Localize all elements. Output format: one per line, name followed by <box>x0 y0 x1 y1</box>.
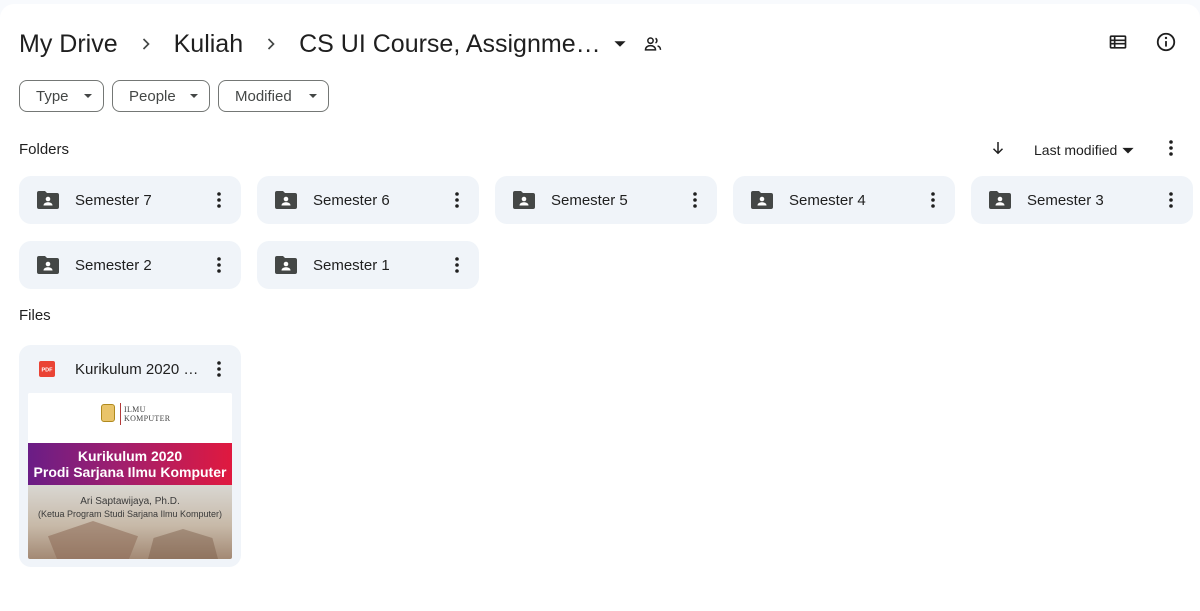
faculty-logo-text: Ilmu Komputer <box>124 405 170 423</box>
thumbnail-author: Ari Saptawijaya, Ph.D. <box>80 496 180 507</box>
folder-card[interactable]: Semester 2 <box>19 241 241 289</box>
shared-folder-icon <box>36 188 60 212</box>
file-card[interactable]: PDF Kurikulum 2020 … Ilmu Komputer Kurik… <box>19 345 241 567</box>
filter-modified-chip[interactable]: Modified <box>218 80 329 112</box>
details-button[interactable] <box>1152 30 1180 58</box>
chevron-right-icon <box>243 34 299 54</box>
filter-type-label: Type <box>36 87 69 105</box>
sort-field-label: Last modified <box>1034 142 1118 158</box>
shared-folder-icon <box>274 188 298 212</box>
more-options-button[interactable] <box>1160 138 1182 162</box>
current-folder-title: CS UI Course, Assignme… <box>299 29 601 58</box>
folders-heading: Folders <box>19 141 70 158</box>
folder-card[interactable]: Semester 1 <box>257 241 479 289</box>
caret-down-icon <box>605 37 635 51</box>
more-vert-icon[interactable] <box>683 188 707 212</box>
more-vert-icon[interactable] <box>445 188 469 212</box>
banner-subtitle: Prodi Sarjana Ilmu Komputer <box>33 464 227 480</box>
folder-name: Semester 1 <box>313 256 390 274</box>
more-vert-icon[interactable] <box>207 253 231 277</box>
filter-people-label: People <box>129 87 176 105</box>
shared-people-icon[interactable] <box>643 34 663 54</box>
shared-folder-icon <box>512 188 536 212</box>
folder-card[interactable]: Semester 6 <box>257 176 479 224</box>
folder-card[interactable]: Semester 5 <box>495 176 717 224</box>
caret-down-icon <box>179 91 209 101</box>
shared-folder-icon <box>750 188 774 212</box>
more-vert-icon[interactable] <box>207 188 231 212</box>
folder-card[interactable]: Semester 4 <box>733 176 955 224</box>
thumbnail-logo-area: Ilmu Komputer <box>28 393 232 443</box>
filter-type-chip[interactable]: Type <box>19 80 104 112</box>
thumbnail-banner: Kurikulum 2020 Prodi Sarjana Ilmu Komput… <box>28 443 232 485</box>
info-icon <box>1155 31 1177 58</box>
chevron-right-icon <box>118 34 174 54</box>
list-view-toggle-button[interactable] <box>1104 30 1132 58</box>
logo-divider <box>120 403 121 425</box>
shared-folder-icon <box>274 253 298 277</box>
folder-card[interactable]: Semester 7 <box>19 176 241 224</box>
files-heading: Files <box>19 307 51 324</box>
folder-name: Semester 6 <box>313 191 390 209</box>
folder-name: Semester 5 <box>551 191 628 209</box>
filter-modified-label: Modified <box>235 87 292 105</box>
list-view-icon <box>1108 32 1128 57</box>
file-thumbnail[interactable]: Ilmu Komputer Kurikulum 2020 Prodi Sarja… <box>28 393 232 559</box>
folder-card[interactable]: Semester 3 <box>971 176 1193 224</box>
folder-name: Semester 7 <box>75 191 152 209</box>
file-name: Kurikulum 2020 … <box>75 360 199 378</box>
svg-text:PDF: PDF <box>42 368 54 374</box>
logo-text-bottom: Komputer <box>124 414 171 423</box>
filter-people-chip[interactable]: People <box>112 80 210 112</box>
folder-name: Semester 4 <box>789 191 866 209</box>
file-card-header: PDF Kurikulum 2020 … <box>19 345 241 393</box>
caret-down-icon <box>298 91 328 101</box>
breadcrumb-current-folder[interactable]: CS UI Course, Assignme… <box>299 30 635 59</box>
more-vert-icon[interactable] <box>1159 188 1183 212</box>
more-vert-icon <box>1169 139 1173 161</box>
breadcrumb-kuliah[interactable]: Kuliah <box>174 30 244 59</box>
logo-text-top: Ilmu <box>124 405 146 414</box>
folder-name: Semester 3 <box>1027 191 1104 209</box>
thumbnail-author-role: (Ketua Program Studi Sarjana Ilmu Komput… <box>37 509 223 519</box>
caret-down-icon <box>1121 143 1135 157</box>
university-seal-icon <box>101 404 115 422</box>
shared-folder-icon <box>988 188 1012 212</box>
arrow-down-icon <box>989 139 1007 162</box>
more-vert-icon[interactable] <box>445 253 469 277</box>
caret-down-icon <box>73 91 103 101</box>
banner-title: Kurikulum 2020 <box>77 448 183 464</box>
more-vert-icon[interactable] <box>207 357 231 381</box>
more-vert-icon[interactable] <box>921 188 945 212</box>
drive-main-panel: My Drive Kuliah CS UI Course, Assignme… <box>0 4 1200 611</box>
folder-name: Semester 2 <box>75 256 152 274</box>
sort-direction-button[interactable] <box>986 138 1010 162</box>
breadcrumb: My Drive Kuliah CS UI Course, Assignme… <box>19 26 663 62</box>
sort-field-dropdown[interactable]: Last modified <box>1034 140 1135 160</box>
breadcrumb-my-drive[interactable]: My Drive <box>19 30 118 59</box>
pdf-icon: PDF <box>39 361 55 377</box>
shared-folder-icon <box>36 253 60 277</box>
